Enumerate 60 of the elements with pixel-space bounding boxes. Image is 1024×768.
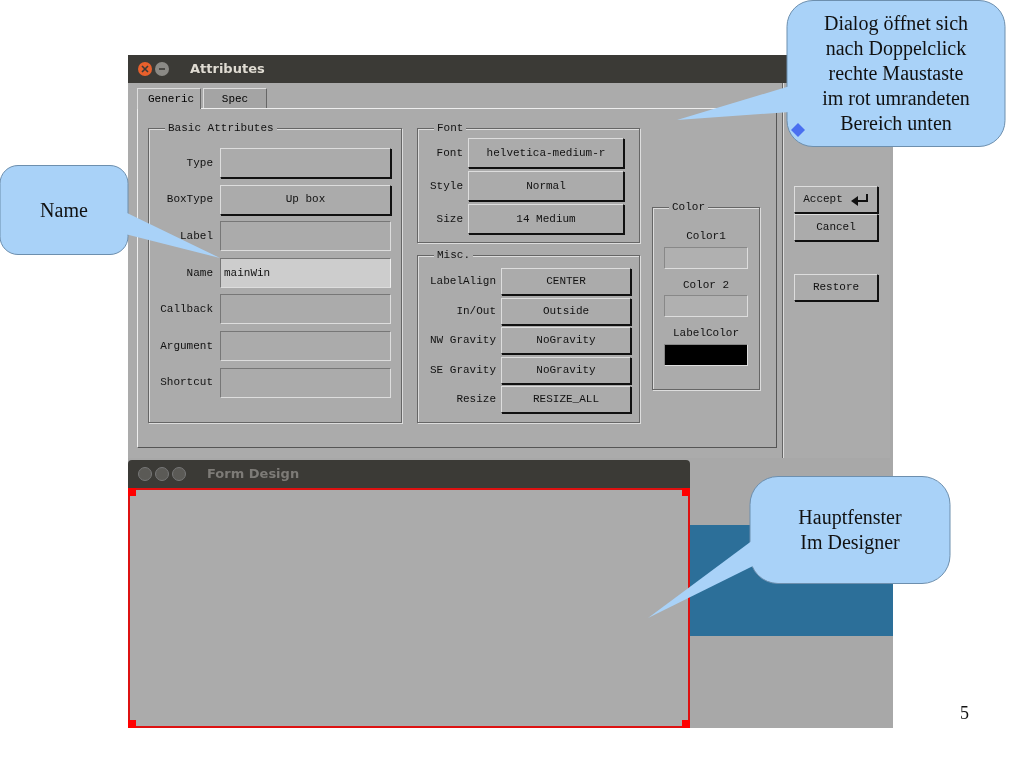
field-label: Label: [179, 228, 213, 244]
input-field[interactable]: [220, 330, 391, 361]
field-label: Style: [429, 178, 463, 194]
swatch-label: LabelColor: [673, 326, 739, 341]
swatch-label: Color 2: [682, 277, 730, 293]
field-label: Type: [185, 155, 213, 171]
field-label: Argument: [159, 338, 213, 354]
field-label: Resize: [455, 392, 496, 408]
input-field[interactable]: mainWin: [220, 257, 391, 288]
choice-button[interactable]: NoGravity: [501, 327, 631, 354]
field-label: In/Out: [455, 303, 496, 319]
choice-button[interactable]: 14 Medium: [468, 204, 624, 234]
close-icon: [141, 65, 149, 73]
tab[interactable]: Generic: [137, 88, 201, 109]
minimize-icon: [158, 65, 166, 73]
callout-text: Hauptfenster Im Designer: [798, 505, 902, 555]
choice-button[interactable]: NoGravity: [501, 356, 631, 384]
selection-handle[interactable]: [682, 720, 690, 728]
color-swatch[interactable]: [664, 343, 748, 366]
field-label: Font: [435, 145, 463, 161]
choice-button[interactable]: Normal: [468, 171, 624, 201]
choice-button[interactable]: CENTER: [501, 268, 631, 295]
minimize-button[interactable]: [155, 62, 169, 76]
color-swatch[interactable]: [664, 295, 748, 317]
selection-handle[interactable]: [128, 488, 136, 496]
dialog-button[interactable]: Restore: [794, 274, 878, 301]
choice-button[interactable]: RESIZE_ALL: [501, 386, 631, 413]
window-title: Form Design: [207, 465, 300, 484]
enter-icon: [850, 193, 869, 206]
page-number: 5: [960, 702, 969, 725]
dialog-button[interactable]: Cancel: [794, 214, 878, 241]
choice-button[interactable]: helvetica-medium-r: [468, 138, 624, 168]
color-swatch[interactable]: [664, 246, 748, 269]
choice-button[interactable]: Up box: [220, 184, 391, 215]
input-field[interactable]: [220, 294, 391, 325]
callout-text: Dialog öffnet sich nach Doppelclick rechte Maustaste im rot umrandeten Bereich unten: [822, 11, 970, 136]
selection-handle[interactable]: [128, 720, 136, 728]
field-label: LabelAlign: [429, 274, 496, 290]
input-field[interactable]: [220, 367, 391, 398]
field-label: BoxType: [165, 192, 213, 208]
field-label: Size: [435, 211, 463, 227]
minimize-button[interactable]: [155, 467, 169, 481]
diamond-icon: [791, 123, 805, 137]
field-label: NW Gravity: [429, 333, 496, 349]
close-button[interactable]: [138, 62, 152, 76]
field-label: Callback: [159, 302, 213, 318]
window-title: Attributes: [190, 60, 265, 79]
choice-button[interactable]: Outside: [501, 297, 631, 325]
field-label: Shortcut: [159, 375, 213, 391]
close-button[interactable]: [138, 467, 152, 481]
selection-handle[interactable]: [682, 488, 690, 496]
field-label: Name: [185, 265, 213, 281]
dialog-button[interactable]: Accept: [794, 186, 878, 213]
maximize-button[interactable]: [172, 467, 186, 481]
choice-button[interactable]: [220, 148, 391, 178]
callout-text: Name: [40, 197, 88, 223]
tab[interactable]: Spec: [203, 88, 267, 108]
input-field[interactable]: [220, 221, 391, 252]
field-label: SE Gravity: [429, 362, 496, 378]
swatch-label: Color1: [686, 229, 726, 244]
